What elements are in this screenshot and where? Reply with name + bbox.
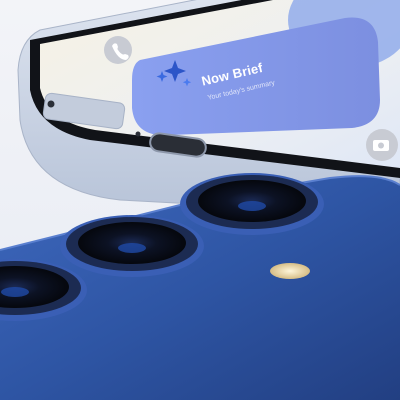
camera-button[interactable] <box>366 129 398 161</box>
phone-product-scene <box>0 0 400 400</box>
camera-flash <box>270 263 310 279</box>
call-button[interactable] <box>104 36 132 64</box>
camera-lens-1 <box>180 173 324 235</box>
microphone-hole <box>135 131 141 137</box>
camera-lens-2 <box>60 215 204 277</box>
